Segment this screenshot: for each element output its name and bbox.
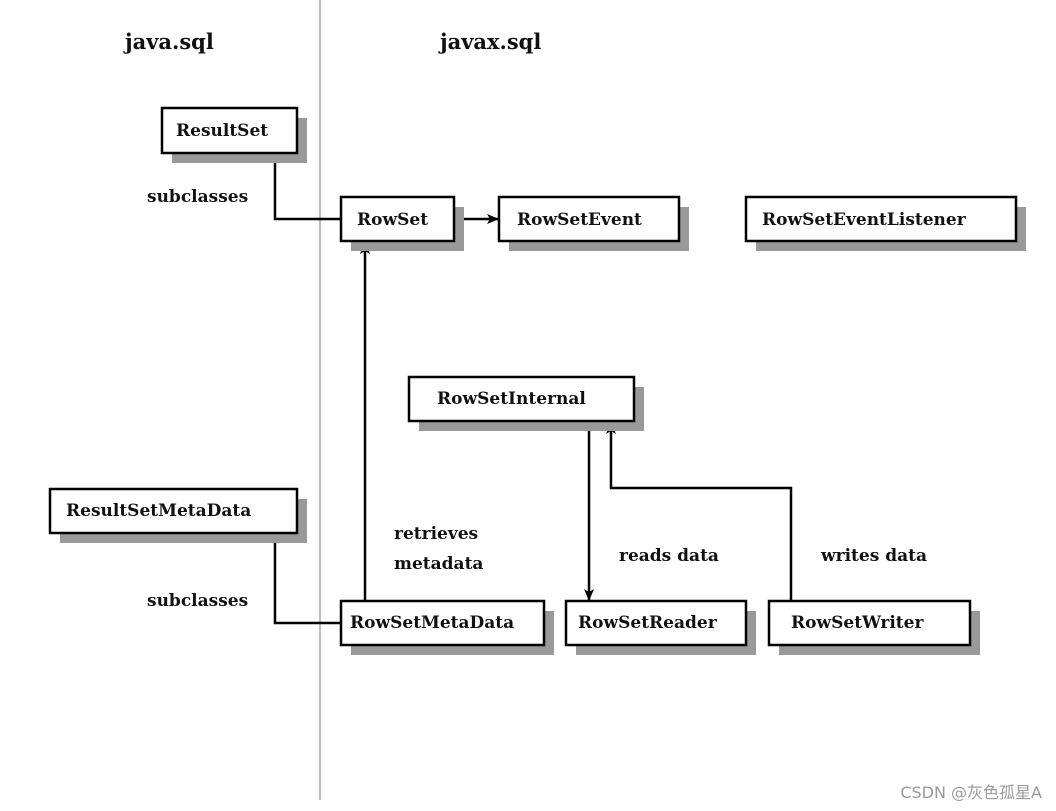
label-retrieves: retrieves bbox=[394, 524, 478, 544]
box-rowsetreader: RowSetReader bbox=[564, 599, 756, 655]
box-rowsetinternal: RowSetInternal bbox=[407, 375, 644, 431]
label-subclasses-top: subclasses bbox=[147, 187, 248, 207]
svg-text:RowSetInternal: RowSetInternal bbox=[437, 389, 586, 409]
svg-text:RowSet: RowSet bbox=[357, 210, 428, 230]
connector-resultsetmetadata-rowsetmetadata bbox=[273, 533, 341, 625]
package-java-sql: java.sql bbox=[123, 29, 214, 54]
watermark: CSDN @灰色孤星A bbox=[900, 783, 1042, 802]
package-javax-sql: javax.sql bbox=[438, 29, 541, 54]
diagram: java.sql javax.sql ResultSet RowSet RowS… bbox=[48, 0, 1026, 800]
label-subclasses-bottom: subclasses bbox=[147, 591, 248, 611]
box-rowsetevent: RowSetEvent bbox=[497, 195, 689, 251]
label-reads-data: reads data bbox=[619, 546, 719, 566]
arrow-writer-internal bbox=[606, 422, 793, 601]
box-rowsetwriter: RowSetWriter bbox=[767, 599, 980, 655]
svg-text:ResultSetMetaData: ResultSetMetaData bbox=[66, 501, 251, 521]
box-rowseteventlistener: RowSetEventListener bbox=[744, 195, 1026, 251]
svg-text:RowSetReader: RowSetReader bbox=[578, 613, 718, 633]
svg-text:ResultSet: ResultSet bbox=[176, 121, 268, 141]
label-writes-data: writes data bbox=[820, 546, 927, 566]
box-rowsetmetadata: RowSetMetaData bbox=[339, 599, 554, 655]
svg-text:RowSetWriter: RowSetWriter bbox=[791, 613, 924, 633]
svg-text:RowSetMetaData: RowSetMetaData bbox=[350, 613, 514, 633]
svg-text:RowSetEventListener: RowSetEventListener bbox=[762, 210, 967, 230]
box-resultsetmetadata: ResultSetMetaData bbox=[48, 487, 307, 543]
label-metadata: metadata bbox=[394, 554, 483, 574]
box-resultset: ResultSet bbox=[160, 106, 307, 163]
box-rowset: RowSet bbox=[339, 195, 464, 251]
svg-text:RowSetEvent: RowSetEvent bbox=[517, 210, 642, 230]
